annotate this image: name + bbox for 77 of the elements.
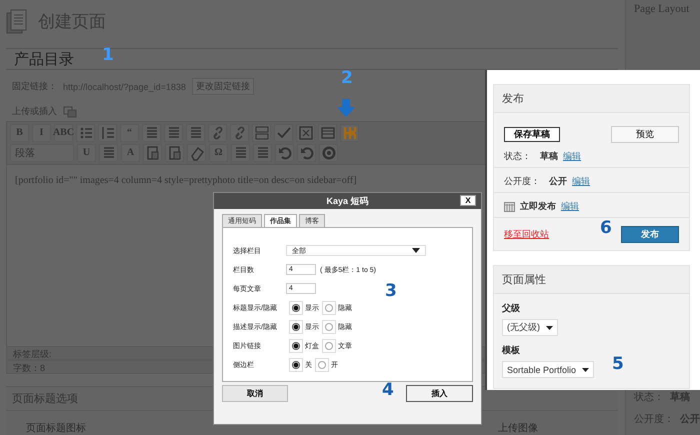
radio-button[interactable] (325, 342, 333, 350)
radio-button[interactable] (318, 360, 326, 368)
radio-button[interactable] (325, 304, 333, 312)
parent-select[interactable]: (无父级) (502, 319, 558, 336)
cancel-button[interactable]: 取消 (222, 385, 288, 402)
dialog-title: Kaya 短码 (326, 194, 369, 208)
edit-link[interactable]: 编辑 (563, 150, 581, 162)
annotation-number: 3 (385, 281, 397, 301)
toolbar-button[interactable] (99, 144, 118, 162)
insert-button[interactable]: 插入 (406, 385, 473, 402)
toolbar-button[interactable] (143, 144, 162, 162)
template-label: 模板 (500, 344, 521, 357)
toolbar-glyph-icon (298, 124, 314, 141)
toolbar-glyph-icon (276, 144, 292, 161)
edit-link[interactable]: 编辑 (561, 200, 579, 212)
toolbar-glyph-icon (276, 124, 292, 141)
caret-icon (546, 326, 553, 330)
down-arrow-icon (337, 99, 355, 117)
toolbar-glyph-icon (320, 144, 336, 161)
publish-button[interactable]: 发布 (621, 226, 679, 242)
preview-button[interactable]: 预览 (611, 126, 679, 142)
toolbar-button[interactable] (230, 124, 249, 142)
save-draft-button[interactable]: 保存草稿 (504, 126, 560, 142)
toolbar-button[interactable] (319, 144, 338, 162)
toolbar-glyph-icon (298, 144, 314, 161)
toolbar-button[interactable] (296, 124, 315, 142)
toolbar-button[interactable] (186, 124, 205, 142)
annotation-number: 2 (341, 68, 353, 88)
annotation-number: 6 (600, 218, 612, 238)
field-label: 页面标题图标 (26, 422, 86, 435)
radio-button[interactable] (292, 304, 300, 312)
toolbar-button[interactable] (318, 124, 337, 142)
toolbar-glyph-icon (166, 144, 182, 161)
toolbar-glyph-icon (144, 144, 160, 161)
toolbar-button[interactable] (76, 124, 95, 142)
toolbar-button[interactable] (208, 124, 227, 142)
caret-icon (582, 368, 590, 372)
parent-label: 父级 (500, 302, 521, 315)
toolbar-glyph-icon (188, 144, 204, 161)
pages-icon (6, 8, 28, 35)
radio-button[interactable] (292, 342, 300, 350)
upload-label: 上传图像 (498, 422, 538, 435)
toolbar-button[interactable] (187, 144, 206, 162)
radio-button[interactable] (292, 360, 300, 368)
status-label: 状态： (504, 150, 531, 162)
trash-link[interactable]: 移至回收站 (504, 228, 549, 240)
box-heading: 页面属性 (494, 266, 689, 294)
edit-link[interactable]: 编辑 (572, 174, 590, 188)
toolbar-glyph-icon (254, 124, 270, 141)
annotation-number: 4 (382, 380, 394, 400)
toolbar-button[interactable] (98, 124, 117, 142)
toolbar-button[interactable] (297, 144, 316, 162)
toolbar-glyph-icon (100, 124, 116, 141)
toolbar-button[interactable] (231, 144, 250, 162)
box-heading: 发布 (494, 85, 689, 113)
toolbar-button[interactable] (252, 124, 271, 142)
radio-button[interactable] (325, 322, 333, 330)
radio-button[interactable] (292, 322, 300, 330)
toolbar-button[interactable] (164, 124, 183, 142)
close-button[interactable]: X (460, 195, 476, 206)
template-select[interactable]: Sortable Portfolio (502, 361, 594, 378)
status-label: 公开度： (504, 174, 540, 188)
toolbar-glyph-icon (320, 124, 336, 141)
media-icon (63, 106, 77, 118)
toolbar-button[interactable] (275, 144, 294, 162)
toolbar-button[interactable] (165, 144, 184, 162)
caret-icon (412, 248, 420, 253)
status-value: 草稿 (540, 150, 558, 162)
toolbar-glyph-icon (78, 124, 94, 141)
status-value: 公开 (549, 174, 567, 188)
annotation-number: 1 (102, 45, 114, 65)
toolbar-button[interactable] (274, 124, 293, 142)
status-value: 立即发布 (520, 200, 556, 212)
toolbar-button[interactable] (253, 144, 272, 162)
toolbar-button[interactable] (142, 124, 161, 142)
calendar-icon (504, 200, 515, 212)
toolbar-button[interactable] (340, 124, 359, 142)
